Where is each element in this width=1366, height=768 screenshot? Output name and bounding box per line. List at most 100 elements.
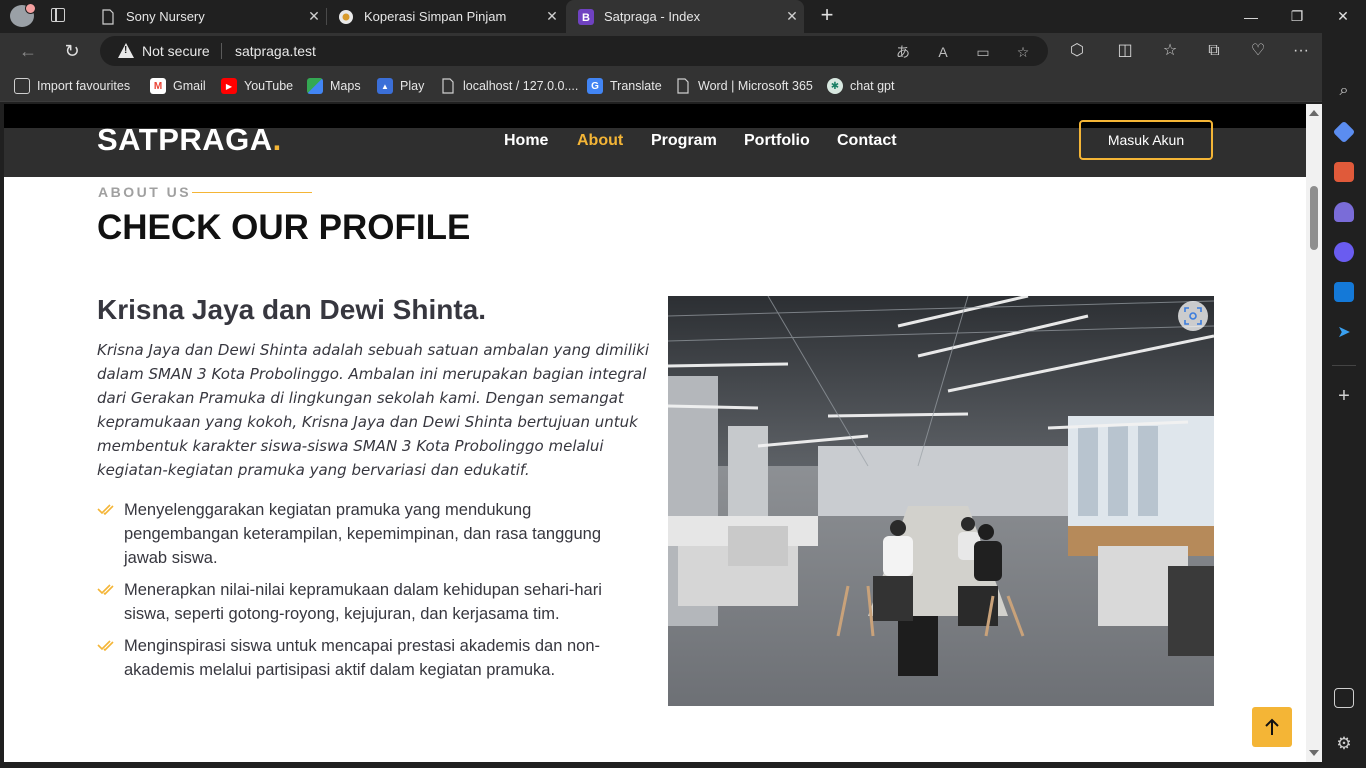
bookmark-play[interactable]: ▲ Play (377, 77, 424, 95)
bookmark-label: Maps (330, 79, 361, 93)
bookmarks-bar: Import favourites M Gmail ▶ YouTube Maps… (0, 69, 1366, 102)
close-window-icon[interactable]: ✕ (1320, 0, 1366, 33)
import-icon (14, 78, 30, 94)
scroll-down-icon[interactable] (1309, 750, 1319, 756)
site-header: SATPRAGA. Home About Program Portfolio C… (4, 120, 1306, 177)
minimize-icon[interactable]: — (1228, 0, 1274, 33)
close-tab-icon[interactable]: ✕ (302, 8, 326, 25)
nav-about[interactable]: About (577, 132, 623, 150)
outlook-icon[interactable] (1334, 282, 1354, 302)
restore-icon[interactable]: ❐ (1274, 0, 1320, 33)
bookmark-import-favourites[interactable]: Import favourites (14, 77, 130, 95)
page-scrollbar[interactable] (1306, 104, 1322, 762)
site-logo[interactable]: SATPRAGA. (97, 122, 282, 158)
search-icon[interactable]: ⌕ (1334, 82, 1354, 102)
nav-contact[interactable]: Contact (837, 132, 897, 150)
bookmark-localhost[interactable]: localhost / 127.0.0.... (440, 77, 578, 95)
close-tab-icon[interactable]: ✕ (540, 8, 564, 25)
edge-sidebar: ⌕ ➤ + ⚙ (1322, 33, 1366, 768)
address-bar[interactable]: Not secure satpraga.test あ A ▭ ☆ (100, 36, 1048, 66)
point-text: Menyelenggarakan kegiatan pramuka yang m… (124, 501, 601, 567)
games-icon[interactable] (1334, 202, 1354, 222)
bookmark-label: chat gpt (850, 79, 895, 93)
visual-search-icon[interactable] (1178, 301, 1208, 331)
translate-page-icon[interactable]: あ (893, 42, 913, 62)
scroll-thumb[interactable] (1310, 186, 1318, 250)
read-aloud-icon[interactable]: A (933, 42, 953, 62)
site-favicon (338, 9, 354, 25)
maps-icon (307, 78, 323, 94)
bookmark-label: Import favourites (37, 79, 131, 93)
send-telegram-icon[interactable]: ➤ (1334, 322, 1354, 342)
shopping-tag-icon[interactable] (1332, 120, 1356, 144)
tab-bar: Sony Nursery ✕ Koperasi Simpan Pinjam ✕ … (0, 0, 1366, 33)
play-icon: ▲ (377, 78, 393, 94)
tab-actions-icon[interactable] (50, 7, 68, 25)
back-icon[interactable]: ← (14, 37, 42, 65)
bookmark-translate[interactable]: G Translate (587, 77, 662, 95)
add-sidebar-app-icon[interactable]: + (1334, 386, 1354, 406)
double-check-icon (97, 640, 114, 652)
collections-icon[interactable]: ⧉ (1203, 40, 1225, 62)
favorites-icon[interactable]: ☆ (1159, 40, 1181, 62)
double-check-icon (97, 584, 114, 596)
translate-icon: G (587, 78, 603, 94)
new-tab-icon[interactable]: + (815, 4, 839, 28)
tab-satpraga[interactable]: B Satpraga - Index ✕ (566, 0, 804, 33)
about-points-list: Menyelenggarakan kegiatan pramuka yang m… (97, 498, 637, 690)
section-subtitle: ABOUT US (98, 184, 192, 200)
bookmark-label: YouTube (244, 79, 294, 93)
nav-program[interactable]: Program (651, 132, 717, 150)
tab-koperasi[interactable]: Koperasi Simpan Pinjam ✕ (326, 0, 564, 33)
security-label[interactable]: Not secure (142, 43, 210, 59)
browser-essentials-icon[interactable]: ♡ (1247, 40, 1269, 62)
about-heading: Krisna Jaya dan Dewi Shinta. (97, 294, 487, 325)
reader-view-icon[interactable]: ▭ (973, 42, 993, 62)
bookmark-label: Gmail (173, 79, 206, 93)
bookmark-maps[interactable]: Maps (307, 77, 361, 95)
page-viewport: SATPRAGA. Home About Program Portfolio C… (4, 104, 1306, 762)
bookmark-chatgpt[interactable]: ✱ chat gpt (827, 77, 894, 95)
page-icon (675, 78, 691, 94)
section-title: CHECK OUR PROFILE (97, 208, 471, 247)
about-description: Krisna Jaya dan Dewi Shinta adalah sebua… (97, 341, 650, 479)
extensions-icon[interactable]: ⬡ (1066, 40, 1088, 62)
url-text[interactable]: satpraga.test (235, 43, 316, 59)
point-text: Menerapkan nilai-nilai kepramukaan dalam… (124, 581, 602, 623)
profile-avatar[interactable] (10, 3, 36, 27)
list-item: Menginspirasi siswa untuk mencapai prest… (97, 634, 637, 682)
arrow-up-icon (1265, 718, 1279, 735)
tools-briefcase-icon[interactable] (1334, 162, 1354, 182)
bookmark-label: Translate (610, 79, 662, 93)
split-screen-icon[interactable]: ◫ (1114, 40, 1136, 62)
bookmark-word[interactable]: Word | Microsoft 365 (675, 77, 813, 95)
screenshot-icon[interactable] (1334, 688, 1354, 708)
list-item: Menerapkan nilai-nilai kepramukaan dalam… (97, 578, 637, 626)
nav-portfolio[interactable]: Portfolio (744, 132, 810, 150)
more-menu-icon[interactable]: ··· (1290, 40, 1312, 62)
about-photo (668, 296, 1214, 706)
tab-sony-nursery[interactable]: Sony Nursery ✕ (88, 0, 326, 33)
settings-gear-icon[interactable]: ⚙ (1334, 734, 1354, 754)
subtitle-line (192, 192, 312, 193)
tab-label: Koperasi Simpan Pinjam (364, 9, 507, 24)
refresh-icon[interactable]: ↻ (58, 37, 86, 65)
double-check-icon (97, 504, 114, 516)
nav-home[interactable]: Home (504, 132, 548, 150)
warning-icon (118, 43, 134, 58)
list-item: Menyelenggarakan kegiatan pramuka yang m… (97, 498, 637, 570)
tab-label: Satpraga - Index (604, 9, 701, 24)
bookmark-youtube[interactable]: ▶ YouTube (221, 77, 293, 95)
bookmark-gmail[interactable]: M Gmail (150, 77, 206, 95)
bookmark-label: Word | Microsoft 365 (698, 79, 813, 93)
back-to-top-button[interactable] (1252, 707, 1292, 747)
page-icon (440, 78, 456, 94)
bootstrap-favicon: B (578, 8, 594, 25)
favorite-star-icon[interactable]: ☆ (1013, 42, 1033, 62)
login-button[interactable]: Masuk Akun (1079, 120, 1213, 160)
close-tab-icon[interactable]: ✕ (780, 8, 804, 25)
scroll-up-icon[interactable] (1309, 110, 1319, 116)
bookmark-label: localhost / 127.0.0.... (463, 79, 579, 93)
point-text: Menginspirasi siswa untuk mencapai prest… (124, 637, 600, 679)
copilot-sidebar-icon[interactable] (1334, 242, 1354, 262)
